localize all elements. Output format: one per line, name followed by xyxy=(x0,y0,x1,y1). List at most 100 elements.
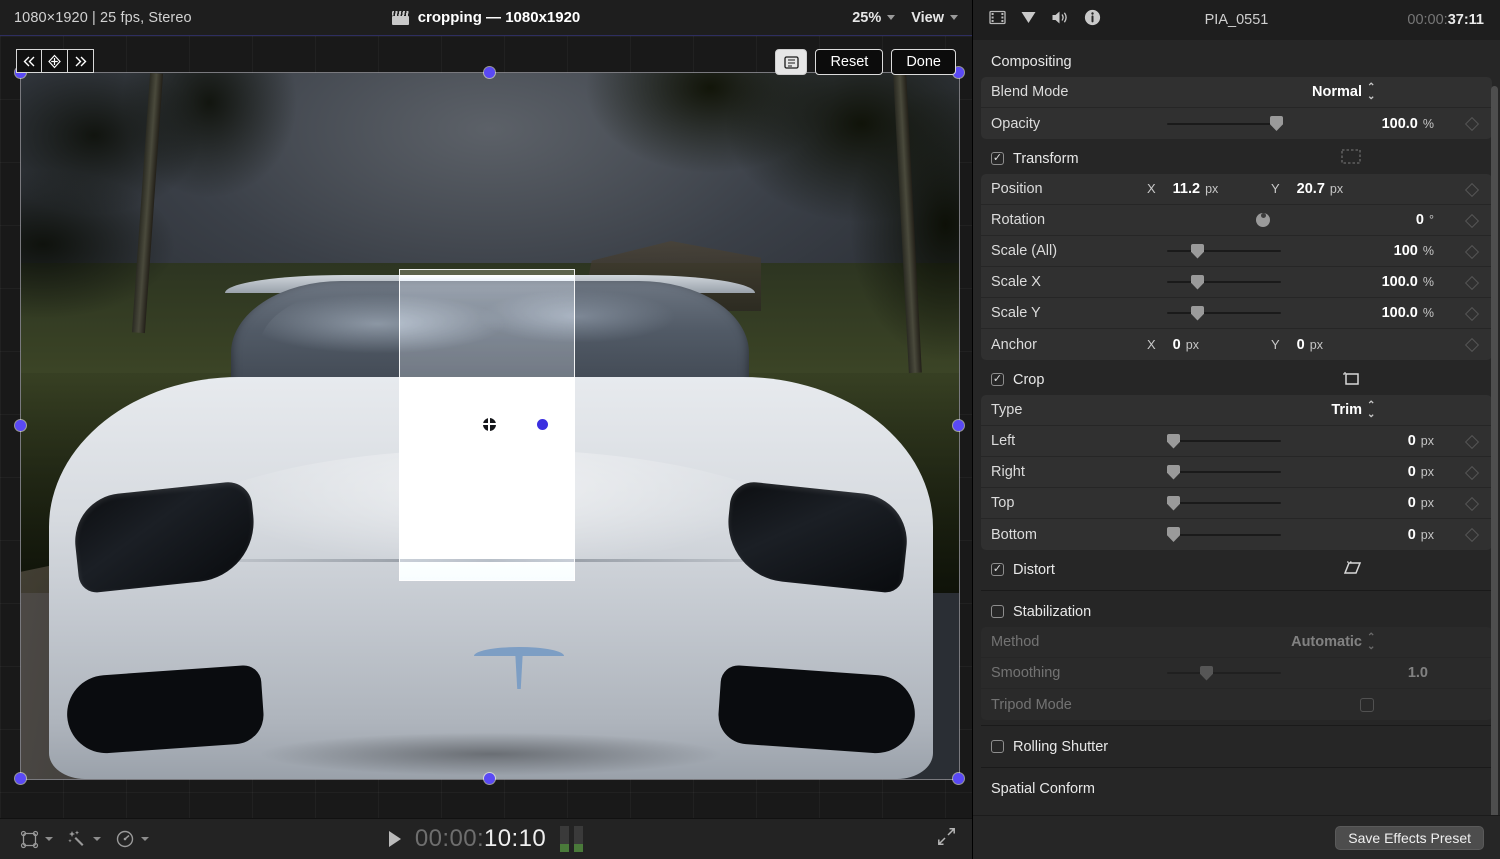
filter-icon[interactable] xyxy=(1020,10,1037,30)
distort-enable-checkbox[interactable] xyxy=(991,563,1004,576)
crop-bottom-value-group[interactable]: 0 px xyxy=(1408,527,1434,543)
retime-icon[interactable] xyxy=(111,829,139,849)
crop-type-popup[interactable]: Trim ⌃ ⌄ xyxy=(1331,401,1376,420)
image-handle-mid-left[interactable] xyxy=(15,420,26,431)
view-menu[interactable]: View xyxy=(911,10,958,26)
keyframe-diamond-icon[interactable] xyxy=(1465,466,1478,479)
row-crop-top[interactable]: Top 0 px xyxy=(981,488,1492,519)
transform-icon[interactable] xyxy=(16,830,43,849)
crop-bottom-slider[interactable] xyxy=(1167,519,1281,550)
row-crop-bottom[interactable]: Bottom 0 px xyxy=(981,519,1492,550)
keyframe-diamond-icon[interactable] xyxy=(1465,214,1478,227)
row-crop-left[interactable]: Left 0 px xyxy=(981,426,1492,457)
distort-icon[interactable] xyxy=(1341,560,1363,580)
crop-right-value-group[interactable]: 0 px xyxy=(1408,464,1434,480)
group-header-rolling-shutter[interactable]: Rolling Shutter xyxy=(981,731,1492,762)
crop-rect-icon[interactable] xyxy=(1341,370,1361,390)
keyframe-diamond-icon[interactable] xyxy=(1465,528,1478,541)
group-spatial-conform: Spatial Conform xyxy=(981,773,1492,804)
inspector-scroll-area[interactable]: Compositing Blend Mode Normal ⌃ ⌄ Opacity xyxy=(973,40,1500,815)
image-handle-bottom-right[interactable] xyxy=(953,773,964,784)
keyframe-diamond-icon[interactable] xyxy=(1465,183,1478,196)
crop-right-slider[interactable] xyxy=(1167,457,1281,488)
crop-enable-checkbox[interactable] xyxy=(991,373,1004,386)
keyframe-diamond-icon[interactable] xyxy=(1465,245,1478,258)
chevron-down-icon[interactable] xyxy=(45,837,53,841)
group-header-compositing[interactable]: Compositing xyxy=(981,46,1492,77)
crop-rotation-handle[interactable] xyxy=(535,417,550,432)
transform-rect-icon[interactable] xyxy=(1341,149,1361,168)
row-anchor[interactable]: Anchor X 0 px Y 0 px xyxy=(981,329,1492,360)
keyframe-diamond-icon[interactable] xyxy=(1465,307,1478,320)
crop-left-slider[interactable] xyxy=(1167,426,1281,457)
row-scale-y[interactable]: Scale Y 100.0 % xyxy=(981,298,1492,329)
group-header-crop[interactable]: Crop xyxy=(981,364,1492,395)
audio-icon[interactable] xyxy=(1051,10,1070,30)
blend-mode-popup[interactable]: Normal ⌃ ⌄ xyxy=(1312,83,1376,102)
next-keyframe-icon[interactable] xyxy=(68,49,94,73)
row-blend-mode[interactable]: Blend Mode Normal ⌃ ⌄ xyxy=(981,77,1492,108)
info-icon[interactable] xyxy=(1084,9,1101,31)
scale-all-slider[interactable] xyxy=(1167,236,1281,267)
image-handle-bottom-center[interactable] xyxy=(484,773,495,784)
previous-keyframe-icon[interactable] xyxy=(16,49,42,73)
group-title: Spatial Conform xyxy=(991,780,1095,797)
audio-meter-right xyxy=(574,826,584,852)
scale-all-value-group[interactable]: 100 % xyxy=(1394,243,1434,259)
opacity-slider[interactable] xyxy=(1167,108,1283,139)
inspector-scrollbar[interactable] xyxy=(1491,86,1498,815)
zoom-level-selector[interactable]: 25% xyxy=(852,10,896,26)
row-scale-all[interactable]: Scale (All) 100 % xyxy=(981,236,1492,267)
keyframe-diamond-icon[interactable] xyxy=(1465,435,1478,448)
row-position[interactable]: Position X 11.2 px Y 20.7 px xyxy=(981,174,1492,205)
crop-tool-icon[interactable] xyxy=(775,49,808,75)
anchor-y-group[interactable]: Y 0 px xyxy=(1271,337,1323,353)
reset-button[interactable]: Reset xyxy=(815,49,884,75)
crop-top-value-group[interactable]: 0 px xyxy=(1408,495,1434,511)
keyframe-diamond-icon[interactable] xyxy=(1465,276,1478,289)
row-crop-right[interactable]: Right 0 px xyxy=(981,457,1492,488)
keyframe-diamond-icon[interactable] xyxy=(1465,117,1478,130)
row-label: Rotation xyxy=(991,212,1046,228)
scale-all-unit: % xyxy=(1422,244,1434,258)
crop-top-slider[interactable] xyxy=(1167,488,1281,519)
done-button[interactable]: Done xyxy=(891,49,956,75)
position-y-group[interactable]: Y 20.7 px xyxy=(1271,181,1343,197)
crop-left-value-group[interactable]: 0 px xyxy=(1408,433,1434,449)
scale-y-value-group[interactable]: 100.0 % xyxy=(1382,305,1434,321)
row-scale-x[interactable]: Scale X 100.0 % xyxy=(981,267,1492,298)
transform-enable-checkbox[interactable] xyxy=(991,152,1004,165)
position-x-group[interactable]: X 11.2 px xyxy=(1147,181,1218,197)
group-header-spatial-conform[interactable]: Spatial Conform xyxy=(981,773,1492,804)
group-header-stabilization[interactable]: Stabilization xyxy=(981,596,1492,627)
chevron-down-icon[interactable] xyxy=(141,837,149,841)
video-icon[interactable] xyxy=(989,10,1006,30)
anchor-x-group[interactable]: X 0 px xyxy=(1147,337,1199,353)
group-title: Compositing xyxy=(991,53,1072,70)
row-crop-type[interactable]: Type Trim ⌃ ⌄ xyxy=(981,395,1492,426)
keyframe-diamond-icon[interactable] xyxy=(1465,497,1478,510)
image-handle-mid-right[interactable] xyxy=(953,420,964,431)
scale-x-slider[interactable] xyxy=(1167,267,1281,298)
image-handle-top-center[interactable] xyxy=(484,67,495,78)
chevron-down-icon[interactable] xyxy=(93,837,101,841)
crop-center-handle[interactable] xyxy=(479,414,499,434)
play-icon[interactable] xyxy=(388,831,401,847)
stabilization-enable-checkbox[interactable] xyxy=(991,605,1004,618)
enhancements-icon[interactable] xyxy=(63,829,91,849)
viewer-canvas[interactable] xyxy=(0,36,972,818)
add-keyframe-icon[interactable] xyxy=(42,49,68,73)
keyframe-diamond-icon[interactable] xyxy=(1465,338,1478,351)
rotation-value-group[interactable]: 0 ° xyxy=(1416,212,1434,228)
rolling-shutter-enable-checkbox[interactable] xyxy=(991,740,1004,753)
scale-x-value-group[interactable]: 100.0 % xyxy=(1382,274,1434,290)
save-effects-preset-button[interactable]: Save Effects Preset xyxy=(1335,825,1484,850)
image-handle-bottom-left[interactable] xyxy=(15,773,26,784)
row-opacity[interactable]: Opacity 100.0 % xyxy=(981,108,1492,139)
opacity-value-group[interactable]: 100.0 % xyxy=(1382,116,1434,132)
fullscreen-icon[interactable] xyxy=(937,827,956,851)
group-header-transform[interactable]: Transform xyxy=(981,143,1492,174)
group-header-distort[interactable]: Distort xyxy=(981,554,1492,585)
scale-y-slider[interactable] xyxy=(1167,298,1281,329)
row-rotation[interactable]: Rotation 0 ° xyxy=(981,205,1492,236)
